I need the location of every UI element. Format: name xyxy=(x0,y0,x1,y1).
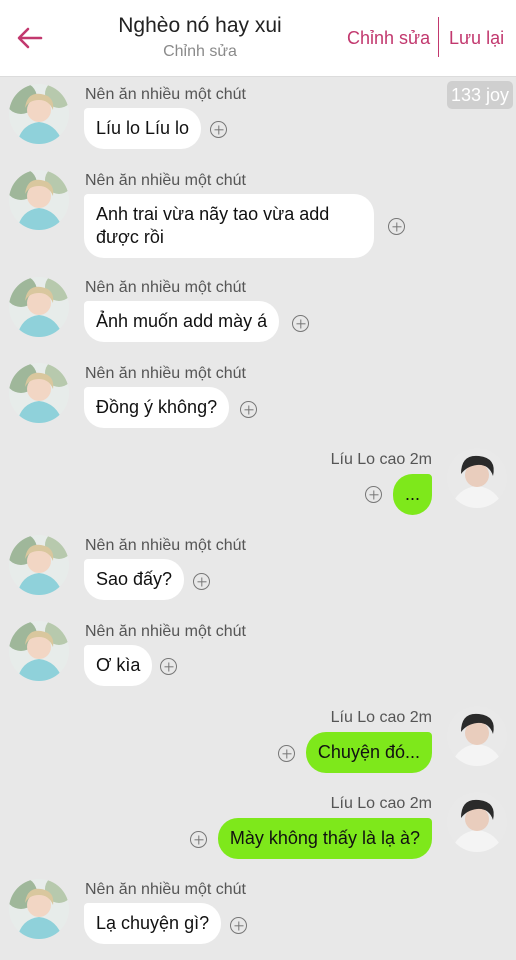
sender-name: Líu Lo cao 2m xyxy=(330,795,432,812)
edit-button[interactable]: Chỉnh sửa xyxy=(347,28,430,49)
message-bubble[interactable]: Chuyện đó... xyxy=(305,732,432,773)
sender-name: Nên ăn nhiều một chút xyxy=(85,881,246,898)
joy-badge: 133 joy xyxy=(447,81,513,109)
add-reaction-icon[interactable] xyxy=(240,401,257,418)
avatar[interactable] xyxy=(9,621,69,681)
message-bubble[interactable]: ... xyxy=(392,474,432,515)
chat-subtitle: Chỉnh sửa xyxy=(163,43,237,60)
add-reaction-icon[interactable] xyxy=(190,831,207,848)
avatar[interactable] xyxy=(9,363,69,423)
add-reaction-icon[interactable] xyxy=(193,573,210,590)
message-bubble[interactable]: Ơ kìa xyxy=(84,645,153,686)
sender-name: Nên ăn nhiều một chút xyxy=(85,537,246,554)
avatar[interactable] xyxy=(447,792,507,852)
header-divider xyxy=(438,17,439,57)
avatar[interactable] xyxy=(447,706,507,766)
chat-header: Nghèo nó hay xui Chỉnh sửa Chỉnh sửa Lưu… xyxy=(0,0,516,77)
add-reaction-icon[interactable] xyxy=(278,745,295,762)
sender-name: Nên ăn nhiều một chút xyxy=(85,172,246,189)
sender-name: Nên ăn nhiều một chút xyxy=(85,279,246,296)
sender-name: Nên ăn nhiều một chút xyxy=(85,365,246,382)
avatar[interactable] xyxy=(9,277,69,337)
avatar[interactable] xyxy=(9,84,69,144)
message-bubble[interactable]: Ảnh muốn add mày á xyxy=(84,301,280,342)
message-bubble[interactable]: Lạ chuyện gì? xyxy=(84,903,222,944)
add-reaction-icon[interactable] xyxy=(365,486,382,503)
arrow-left-icon xyxy=(17,27,43,49)
add-reaction-icon[interactable] xyxy=(292,315,309,332)
add-reaction-icon[interactable] xyxy=(210,121,227,138)
avatar[interactable] xyxy=(9,535,69,595)
sender-name: Nên ăn nhiều một chút xyxy=(85,86,246,103)
back-button[interactable] xyxy=(14,22,46,54)
add-reaction-icon[interactable] xyxy=(230,917,247,934)
sender-name: Líu Lo cao 2m xyxy=(330,451,432,468)
message-bubble[interactable]: Đồng ý không? xyxy=(84,387,230,428)
message-bubble[interactable]: Sao đấy? xyxy=(84,559,185,600)
avatar[interactable] xyxy=(447,448,507,508)
add-reaction-icon[interactable] xyxy=(160,658,177,675)
message-bubble[interactable]: Líu lo Líu lo xyxy=(84,108,202,149)
message-bubble[interactable]: Anh trai vừa nãy tao vừa add được rồi xyxy=(84,194,374,258)
sender-name: Nên ăn nhiều một chút xyxy=(85,623,246,640)
avatar[interactable] xyxy=(9,879,69,939)
avatar[interactable] xyxy=(9,170,69,230)
save-button[interactable]: Lưu lại xyxy=(449,28,504,49)
sender-name: Líu Lo cao 2m xyxy=(330,709,432,726)
message-bubble[interactable]: Mày không thấy là lạ à? xyxy=(217,818,432,859)
add-reaction-icon[interactable] xyxy=(388,218,405,235)
chat-title: Nghèo nó hay xui xyxy=(118,14,282,37)
